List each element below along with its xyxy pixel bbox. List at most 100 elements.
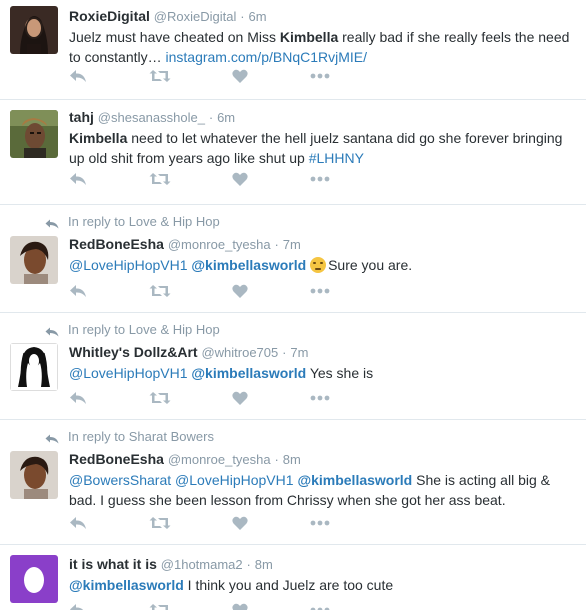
more-options-icon[interactable] bbox=[310, 520, 330, 526]
tweet-time[interactable]: 8m bbox=[255, 557, 273, 572]
tweet-time[interactable]: 6m bbox=[217, 110, 235, 125]
separator: · bbox=[208, 110, 214, 125]
more-options-icon[interactable] bbox=[310, 395, 330, 401]
tweet-time[interactable]: 7m bbox=[290, 345, 308, 360]
avatar[interactable] bbox=[10, 110, 58, 158]
tweet-item[interactable]: it is what it is @1hotmama2 · 8m @kimbel… bbox=[0, 545, 586, 610]
tweet-text-part: Juelz must have cheated on Miss bbox=[69, 29, 280, 45]
heart-icon[interactable] bbox=[232, 284, 248, 298]
tweet-content: tahj @shesanasshole_ · 6m Kimbella need … bbox=[69, 108, 576, 168]
in-reply-label[interactable]: In reply to Sharat Bowers bbox=[68, 429, 214, 444]
reply-arrow-icon bbox=[45, 432, 59, 443]
user-name[interactable]: tahj bbox=[69, 109, 94, 125]
tweet-item[interactable]: tahj @shesanasshole_ · 6m Kimbella need … bbox=[0, 100, 586, 205]
tweet-header: RedBoneEsha @monroe_tyesha · 8m bbox=[69, 450, 576, 469]
user-handle[interactable]: @whitroe705 bbox=[201, 345, 278, 360]
tweet-item[interactable]: In reply to Love & Hip Hop Whitley's Dol… bbox=[0, 313, 586, 420]
mention-link[interactable]: @kimbellasworld bbox=[69, 577, 184, 593]
avatar[interactable] bbox=[10, 451, 58, 499]
heart-icon[interactable] bbox=[232, 172, 248, 186]
mention-handle: @kimbellasworld bbox=[69, 577, 184, 593]
retweet-icon[interactable] bbox=[149, 172, 171, 186]
tweet-content: RedBoneEsha @monroe_tyesha · 8m @BowersS… bbox=[69, 450, 576, 510]
tweet-text-part: Yes she is bbox=[306, 365, 374, 381]
user-handle[interactable]: @1hotmama2 bbox=[161, 557, 243, 572]
reply-arrow-icon bbox=[45, 325, 59, 336]
mention-link[interactable]: @kimbellasworld bbox=[191, 365, 306, 381]
user-handle[interactable]: @RoxieDigital bbox=[154, 9, 237, 24]
tweet-text: @kimbellasworld I think you and Juelz ar… bbox=[69, 575, 576, 595]
avatar[interactable] bbox=[10, 236, 58, 284]
tweet-text: @LoveHipHopVH1 @kimbellasworld Yes she i… bbox=[69, 363, 576, 383]
tweet-timeline: RoxieDigital @RoxieDigital · 6m Juelz mu… bbox=[0, 0, 586, 610]
mention-handle: @kimbellasworld bbox=[191, 365, 307, 381]
mention-link[interactable]: @LoveHipHopVH1 bbox=[175, 472, 294, 488]
avatar[interactable] bbox=[10, 6, 58, 54]
reply-arrow-icon bbox=[45, 217, 59, 228]
tweet-text: @LoveHipHopVH1 @kimbellasworld Sure you … bbox=[69, 255, 576, 275]
reply-icon[interactable] bbox=[69, 516, 87, 530]
user-handle[interactable]: @monroe_tyesha bbox=[168, 237, 271, 252]
mention-link[interactable]: @BowersSharat bbox=[69, 472, 171, 488]
tweet-item[interactable]: In reply to Love & Hip Hop RedBoneEsha @… bbox=[0, 205, 586, 313]
reply-icon[interactable] bbox=[69, 603, 87, 610]
more-options-icon[interactable] bbox=[310, 288, 330, 294]
tweet-time[interactable]: 7m bbox=[283, 237, 301, 252]
confused-face-icon bbox=[310, 257, 327, 273]
retweet-icon[interactable] bbox=[149, 516, 171, 530]
retweet-icon[interactable] bbox=[149, 69, 171, 83]
user-name[interactable]: RedBoneEsha bbox=[69, 451, 164, 467]
user-name[interactable]: RoxieDigital bbox=[69, 8, 150, 24]
tweet-content: Whitley's Dollz&Art @whitroe705 · 7m @Lo… bbox=[69, 343, 576, 383]
more-options-icon[interactable] bbox=[310, 176, 330, 182]
reply-icon[interactable] bbox=[69, 69, 87, 83]
tweet-link[interactable]: instagram.com/p/BNqC1RvjMIE/ bbox=[166, 49, 368, 65]
more-options-icon[interactable] bbox=[310, 73, 330, 79]
mention-handle: @kimbellasworld bbox=[297, 472, 413, 488]
user-name[interactable]: Whitley's Dollz&Art bbox=[69, 344, 198, 360]
retweet-icon[interactable] bbox=[149, 284, 171, 298]
tweet-text: Kimbella need to let whatever the hell j… bbox=[69, 128, 576, 168]
heart-icon[interactable] bbox=[232, 516, 248, 530]
heart-icon[interactable] bbox=[232, 391, 248, 405]
reply-icon[interactable] bbox=[69, 391, 87, 405]
reply-icon[interactable] bbox=[69, 284, 87, 298]
heart-icon[interactable] bbox=[232, 69, 248, 83]
in-reply-label[interactable]: In reply to Love & Hip Hop bbox=[68, 214, 220, 229]
user-handle[interactable]: @monroe_tyesha bbox=[168, 452, 271, 467]
user-handle[interactable]: @shesanasshole_ bbox=[98, 110, 205, 125]
tweet-time[interactable]: 6m bbox=[248, 9, 266, 24]
retweet-icon[interactable] bbox=[149, 391, 171, 405]
separator: · bbox=[274, 237, 279, 252]
separator: · bbox=[246, 557, 251, 572]
avatar[interactable] bbox=[10, 555, 58, 603]
hashtag-link[interactable]: #LHHNY bbox=[309, 150, 364, 166]
separator: · bbox=[274, 452, 279, 467]
avatar[interactable] bbox=[10, 343, 58, 391]
tweet-content: RoxieDigital @RoxieDigital · 6m Juelz mu… bbox=[69, 7, 576, 67]
mention-link[interactable]: @kimbellasworld bbox=[191, 257, 306, 273]
heart-icon[interactable] bbox=[232, 603, 248, 610]
tweet-item[interactable]: RoxieDigital @RoxieDigital · 6m Juelz mu… bbox=[0, 0, 586, 100]
tweet-text-part: I think you and Juelz are too cute bbox=[183, 577, 394, 593]
tweet-time[interactable]: 8m bbox=[283, 452, 301, 467]
tweet-header: Whitley's Dollz&Art @whitroe705 · 7m bbox=[69, 343, 576, 362]
highlighted-term: Kimbella bbox=[279, 29, 339, 45]
in-reply-context[interactable]: In reply to Love & Hip Hop bbox=[45, 214, 220, 229]
separator: · bbox=[282, 345, 287, 360]
mention-link[interactable]: @LoveHipHopVH1 bbox=[69, 365, 188, 381]
mention-link[interactable]: @kimbellasworld bbox=[297, 472, 412, 488]
in-reply-context[interactable]: In reply to Sharat Bowers bbox=[45, 429, 214, 444]
user-name[interactable]: it is what it is bbox=[69, 556, 157, 572]
retweet-icon[interactable] bbox=[149, 603, 171, 610]
in-reply-context[interactable]: In reply to Love & Hip Hop bbox=[45, 322, 220, 337]
mention-link[interactable]: @LoveHipHopVH1 bbox=[69, 257, 188, 273]
tweet-header: it is what it is @1hotmama2 · 8m bbox=[69, 555, 576, 574]
highlighted-term: Kimbella bbox=[69, 130, 128, 146]
reply-icon[interactable] bbox=[69, 172, 87, 186]
tweet-item[interactable]: In reply to Sharat Bowers RedBoneEsha @m… bbox=[0, 420, 586, 545]
in-reply-label[interactable]: In reply to Love & Hip Hop bbox=[68, 322, 220, 337]
user-name[interactable]: RedBoneEsha bbox=[69, 236, 164, 252]
tweet-text: Juelz must have cheated on Miss Kimbella… bbox=[69, 27, 576, 67]
tweet-content: it is what it is @1hotmama2 · 8m @kimbel… bbox=[69, 555, 576, 595]
